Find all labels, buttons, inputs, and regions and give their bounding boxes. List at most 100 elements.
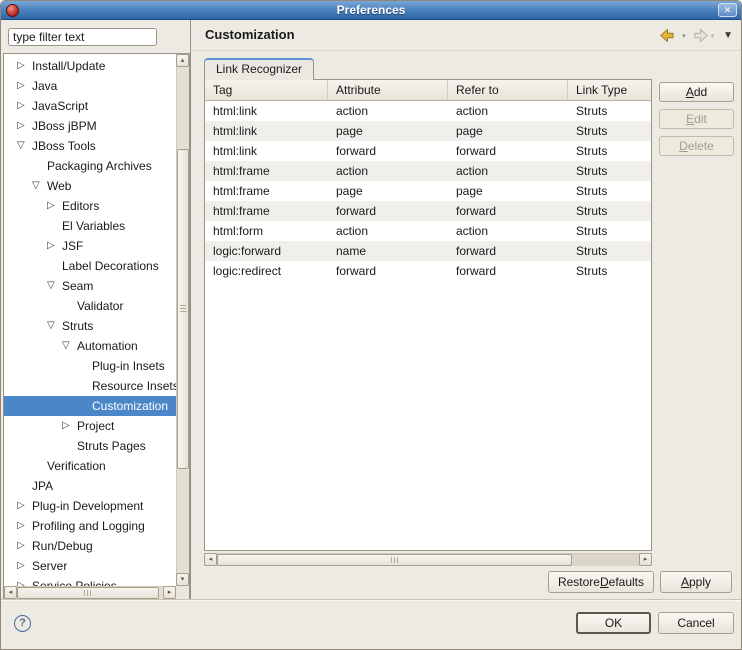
view-menu-icon[interactable]: ▼: [723, 30, 733, 41]
tree-item-struts-pages[interactable]: Struts Pages: [4, 436, 176, 456]
table-row[interactable]: logic:forwardnameforwardStruts: [205, 241, 651, 261]
tree-vscroll-thumb[interactable]: [177, 149, 189, 469]
column-header-link-type[interactable]: Link Type: [568, 80, 651, 100]
add-button[interactable]: Add: [659, 82, 734, 102]
column-header-refer-to[interactable]: Refer to: [448, 80, 568, 100]
restore-defaults-button[interactable]: Restore Defaults: [548, 571, 654, 593]
tree-item-resource-insets[interactable]: Resource Insets: [4, 376, 176, 396]
table-cell: Struts: [568, 161, 651, 181]
tree-item-label: Seam: [62, 276, 93, 296]
back-dropdown-icon[interactable]: ▾: [682, 32, 686, 40]
expander-open-icon[interactable]: ▽: [62, 336, 77, 356]
table-cell: html:frame: [205, 181, 328, 201]
scroll-up-icon[interactable]: ▴: [176, 54, 189, 67]
expander-closed-icon[interactable]: ▷: [17, 76, 32, 96]
expander-open-icon[interactable]: ▽: [17, 136, 32, 156]
edit-button[interactable]: Edit: [659, 109, 734, 129]
tree-vertical-scrollbar[interactable]: ▴ ▾: [176, 54, 189, 586]
tree-item-el-variables[interactable]: El Variables: [4, 216, 176, 236]
tree-item-server[interactable]: ▷Server: [4, 556, 176, 576]
expander-open-icon[interactable]: ▽: [32, 176, 47, 196]
tree-item-customization[interactable]: Customization: [4, 396, 176, 416]
tree-item-plug-in-development[interactable]: ▷Plug-in Development: [4, 496, 176, 516]
tree-item-service-policies[interactable]: ▷Service Policies: [4, 576, 176, 586]
expander-open-icon[interactable]: ▽: [47, 316, 62, 336]
forward-arrow-icon[interactable]: [689, 29, 708, 42]
tree-item-label: Java: [32, 76, 57, 96]
tree-item-label: Validator: [77, 296, 123, 316]
table-row[interactable]: html:formactionactionStruts: [205, 221, 651, 241]
back-arrow-icon[interactable]: [660, 29, 679, 42]
expander-closed-icon[interactable]: ▷: [17, 56, 32, 76]
tree-item-jsf[interactable]: ▷JSF: [4, 236, 176, 256]
table-cell: forward: [448, 261, 568, 281]
tree-item-plug-in-insets[interactable]: Plug-in Insets: [4, 356, 176, 376]
help-icon[interactable]: ?: [14, 615, 31, 632]
scroll-left-icon[interactable]: ◂: [204, 553, 217, 566]
expander-open-icon[interactable]: ▽: [47, 276, 62, 296]
tree-item-profiling-and-logging[interactable]: ▷Profiling and Logging: [4, 516, 176, 536]
table-row[interactable]: html:linkpagepageStruts: [205, 121, 651, 141]
tree-item-struts[interactable]: ▽Struts: [4, 316, 176, 336]
column-header-attribute[interactable]: Attribute: [328, 80, 448, 100]
cancel-button[interactable]: Cancel: [658, 612, 734, 634]
tree-item-web[interactable]: ▽Web: [4, 176, 176, 196]
expander-closed-icon[interactable]: ▷: [47, 196, 62, 216]
table-cell: name: [328, 241, 448, 261]
table-row[interactable]: html:linkactionactionStruts: [205, 101, 651, 121]
tree-item-java[interactable]: ▷Java: [4, 76, 176, 96]
tree-item-install-update[interactable]: ▷Install/Update: [4, 56, 176, 76]
scroll-down-icon[interactable]: ▾: [176, 573, 189, 586]
tree-item-jpa[interactable]: JPA: [4, 476, 176, 496]
tree-item-validator[interactable]: Validator: [4, 296, 176, 316]
tree-item-editors[interactable]: ▷Editors: [4, 196, 176, 216]
expander-closed-icon[interactable]: ▷: [17, 96, 32, 116]
table-row[interactable]: html:linkforwardforwardStruts: [205, 141, 651, 161]
delete-button[interactable]: Delete: [659, 136, 734, 156]
filter-input[interactable]: [8, 28, 157, 46]
table-cell: forward: [328, 201, 448, 221]
table-row[interactable]: html:framepagepageStruts: [205, 181, 651, 201]
table-cell: Struts: [568, 121, 651, 141]
tree-hscroll-thumb[interactable]: [17, 587, 159, 599]
tree-item-verification[interactable]: Verification: [4, 456, 176, 476]
expander-closed-icon[interactable]: ▷: [62, 416, 77, 436]
expander-closed-icon[interactable]: ▷: [17, 496, 32, 516]
expander-closed-icon[interactable]: ▷: [17, 516, 32, 536]
table-horizontal-scrollbar[interactable]: ◂ ▸: [204, 553, 652, 566]
expander-closed-icon[interactable]: ▷: [17, 556, 32, 576]
tree-item-run-debug[interactable]: ▷Run/Debug: [4, 536, 176, 556]
table-hscroll-thumb[interactable]: [217, 554, 572, 566]
tree-item-packaging-archives[interactable]: Packaging Archives: [4, 156, 176, 176]
tree-horizontal-scrollbar[interactable]: ◂ ▸: [4, 586, 176, 599]
tree-item-label-decorations[interactable]: Label Decorations: [4, 256, 176, 276]
forward-dropdown-icon[interactable]: ▾: [711, 32, 715, 40]
table-cell: page: [328, 121, 448, 141]
tree-item-javascript[interactable]: ▷JavaScript: [4, 96, 176, 116]
scroll-right-icon[interactable]: ▸: [639, 553, 652, 566]
titlebar[interactable]: Preferences ✕: [1, 1, 741, 20]
table-row[interactable]: logic:redirectforwardforwardStruts: [205, 261, 651, 281]
scroll-left-icon[interactable]: ◂: [4, 586, 17, 599]
expander-closed-icon[interactable]: ▷: [17, 576, 32, 586]
table-cell: page: [328, 181, 448, 201]
tree-item-jboss-jbpm[interactable]: ▷JBoss jBPM: [4, 116, 176, 136]
button-label: Restore: [558, 575, 600, 589]
scroll-right-icon[interactable]: ▸: [163, 586, 176, 599]
column-header-tag[interactable]: Tag: [205, 80, 328, 100]
ok-button[interactable]: OK: [576, 612, 651, 634]
table-row[interactable]: html:frameforwardforwardStruts: [205, 201, 651, 221]
apply-button[interactable]: Apply: [660, 571, 732, 593]
expander-closed-icon[interactable]: ▷: [47, 236, 62, 256]
tree-item-seam[interactable]: ▽Seam: [4, 276, 176, 296]
tree-item-jboss-tools[interactable]: ▽JBoss Tools: [4, 136, 176, 156]
expander-closed-icon[interactable]: ▷: [17, 536, 32, 556]
expander-closed-icon[interactable]: ▷: [17, 116, 32, 136]
button-label: A: [686, 85, 694, 99]
tree-item-label: Automation: [77, 336, 138, 356]
tree-item-automation[interactable]: ▽Automation: [4, 336, 176, 356]
tab-link-recognizer[interactable]: Link Recognizer: [204, 58, 314, 80]
close-icon[interactable]: ✕: [718, 3, 737, 17]
tree-item-project[interactable]: ▷Project: [4, 416, 176, 436]
table-row[interactable]: html:frameactionactionStruts: [205, 161, 651, 181]
